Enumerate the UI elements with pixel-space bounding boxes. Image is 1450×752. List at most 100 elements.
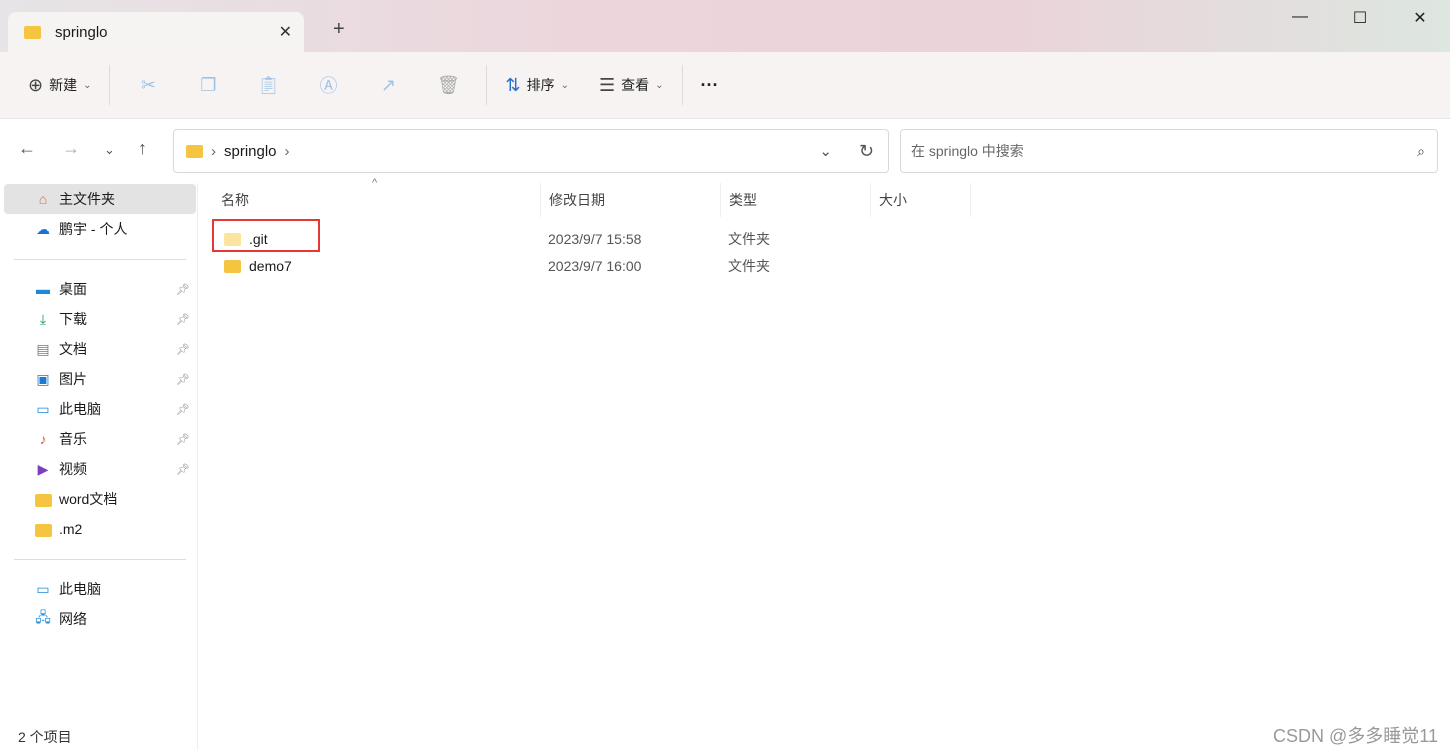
maximize-button[interactable]: ☐ (1340, 8, 1380, 28)
folder-icon (24, 25, 41, 39)
tab-springlo[interactable]: springlo ✕ (8, 12, 304, 52)
folder-icon (34, 521, 52, 537)
label: 音乐 (59, 431, 87, 447)
divider (14, 259, 186, 260)
file-date: 2023/9/7 15:58 (548, 230, 642, 247)
cut-button[interactable]: ✂ (118, 65, 178, 105)
sidebar-item-pictures[interactable]: ▣ 图片 📌︎ (4, 364, 196, 394)
chevron-down-icon: ⌄ (83, 79, 92, 91)
clipboard-icon: 📋︎ (257, 74, 280, 95)
more-button[interactable]: ··· (691, 65, 729, 105)
more-icon: ··· (700, 74, 719, 95)
divider (486, 65, 488, 105)
forward-button[interactable]: → (62, 138, 80, 159)
pin-icon[interactable]: 📌︎ (176, 463, 190, 476)
label: 此电脑 (59, 581, 101, 597)
label: 视频 (59, 461, 87, 477)
sidebar-item-downloads[interactable]: ⤓ 下载 📌︎ (4, 304, 196, 334)
file-type: 文件夹 (728, 230, 770, 247)
trash-icon: 🗑︎ (437, 74, 460, 95)
sidebar-item-network[interactable]: 🖧︎ 网络 (4, 604, 196, 634)
search-input[interactable]: 在 springlo 中搜索 ⌕ (900, 129, 1438, 173)
status-item-count: 2 个项目 (18, 729, 72, 745)
network-icon: 🖧︎ (35, 609, 51, 625)
sidebar-item-this-pc-root[interactable]: ▭ 此电脑 (4, 574, 196, 604)
pin-icon[interactable]: 📌︎ (176, 343, 190, 356)
pin-icon[interactable]: 📌︎ (176, 373, 190, 386)
label: .m2 (59, 521, 83, 537)
search-icon: ⌕ (1417, 142, 1425, 159)
back-button[interactable]: ← (18, 138, 36, 159)
chevron-down-icon: ⌄ (560, 79, 569, 91)
sort-button[interactable]: ⇅ 排序 ⌄ (495, 65, 578, 105)
sidebar-item-this-pc[interactable]: ▭ 此电脑 📌︎ (4, 394, 196, 424)
tab-title: springlo (55, 23, 108, 41)
rename-icon: Ⓐ (319, 76, 338, 96)
column-header-date[interactable]: 修改日期 (541, 183, 721, 217)
pin-icon[interactable]: 📌︎ (176, 433, 190, 446)
label: 图片 (59, 371, 87, 387)
delete-button[interactable]: 🗑︎ (418, 65, 478, 105)
column-header-size[interactable]: 大小 (871, 183, 971, 217)
highlight-annotation (212, 219, 320, 252)
close-tab-button[interactable]: ✕ (279, 22, 292, 42)
address-dropdown-icon[interactable]: ⌄ (819, 142, 832, 160)
rename-button[interactable]: Ⓐ (298, 65, 358, 105)
file-date: 2023/9/7 16:00 (548, 257, 642, 274)
minimize-button[interactable]: — (1280, 8, 1320, 26)
view-button[interactable]: ☰ 查看 ⌄ (589, 65, 674, 105)
breadcrumb-chevron-icon: › (211, 142, 216, 160)
music-icon: ♪ (39, 431, 47, 447)
label: 此电脑 (59, 401, 101, 417)
sidebar-item-m2[interactable]: .m2 (4, 514, 196, 544)
sidebar-item-word[interactable]: word文档 (4, 484, 196, 514)
copy-button[interactable]: ❐ (178, 65, 238, 105)
folder-icon (224, 260, 241, 274)
pin-icon[interactable]: 📌︎ (176, 403, 190, 416)
label: 文档 (59, 341, 87, 357)
new-label: 新建 (49, 77, 78, 93)
search-placeholder: 在 springlo 中搜索 (911, 143, 1024, 159)
share-button[interactable]: ↗ (358, 65, 418, 105)
new-button[interactable]: ⊕ 新建 ⌄ (18, 65, 101, 105)
label: 主文件夹 (59, 191, 115, 207)
copy-icon: ❐ (200, 74, 217, 95)
download-icon: ⤓ (39, 310, 47, 327)
share-icon: ↗ (380, 74, 397, 95)
column-headers: 名称 ^ 修改日期 类型 大小 (199, 177, 1450, 217)
paste-button[interactable]: 📋︎ (238, 65, 298, 105)
up-button[interactable]: ↑ (138, 138, 147, 159)
view-label: 查看 (621, 77, 650, 93)
file-row[interactable]: demo7 2023/9/7 16:00 文件夹 (214, 252, 914, 279)
refresh-icon[interactable]: ↻ (859, 141, 874, 162)
pin-icon[interactable]: 📌︎ (176, 283, 190, 296)
folder-icon (34, 491, 52, 507)
label: 下载 (59, 311, 87, 327)
sidebar-item-home[interactable]: ⌂ 主文件夹 (4, 184, 196, 214)
navigation-pane: ⌂ 主文件夹 ☁ 鹏宇 - 个人 ▬ 桌面 📌︎ ⤓ 下载 📌︎ ▤ 文档 📌︎ ▣ 图片 📌︎ ▭… (0, 183, 198, 750)
sidebar-item-desktop[interactable]: ▬ 桌面 📌︎ (4, 274, 196, 304)
sidebar-item-documents[interactable]: ▤ 文档 📌︎ (4, 334, 196, 364)
recent-chevron-button[interactable]: ⌄ (104, 142, 115, 158)
scissors-icon: ✂ (140, 74, 157, 95)
address-bar[interactable]: › springlo › ⌄ ↻ (173, 129, 889, 173)
divider (681, 65, 683, 105)
list-icon: ☰ (598, 74, 616, 95)
cloud-icon: ☁ (36, 220, 50, 237)
new-tab-button[interactable]: + (333, 18, 345, 41)
sidebar-item-videos[interactable]: ▶ 视频 📌︎ (4, 454, 196, 484)
picture-icon: ▣ (36, 370, 50, 387)
sidebar-item-music[interactable]: ♪ 音乐 📌︎ (4, 424, 196, 454)
folder-icon (186, 144, 203, 158)
sort-ascending-icon: ^ (372, 177, 378, 189)
pin-icon[interactable]: 📌︎ (176, 313, 190, 326)
title-bar: springlo ✕ + — ☐ ✕ (0, 0, 1450, 52)
divider (109, 65, 111, 105)
sidebar-item-onedrive[interactable]: ☁ 鹏宇 - 个人 (4, 214, 196, 244)
document-icon: ▤ (36, 340, 50, 357)
command-bar: ⊕ 新建 ⌄ ✂ ❐ 📋︎ Ⓐ ↗ 🗑︎ ⇅ 排序 ⌄ ☰ 查看 ⌄ ··· (0, 52, 1450, 119)
video-icon: ▶ (37, 460, 49, 477)
breadcrumb-springlo[interactable]: springlo (224, 143, 277, 160)
column-header-type[interactable]: 类型 (721, 183, 871, 217)
close-window-button[interactable]: ✕ (1400, 8, 1440, 28)
